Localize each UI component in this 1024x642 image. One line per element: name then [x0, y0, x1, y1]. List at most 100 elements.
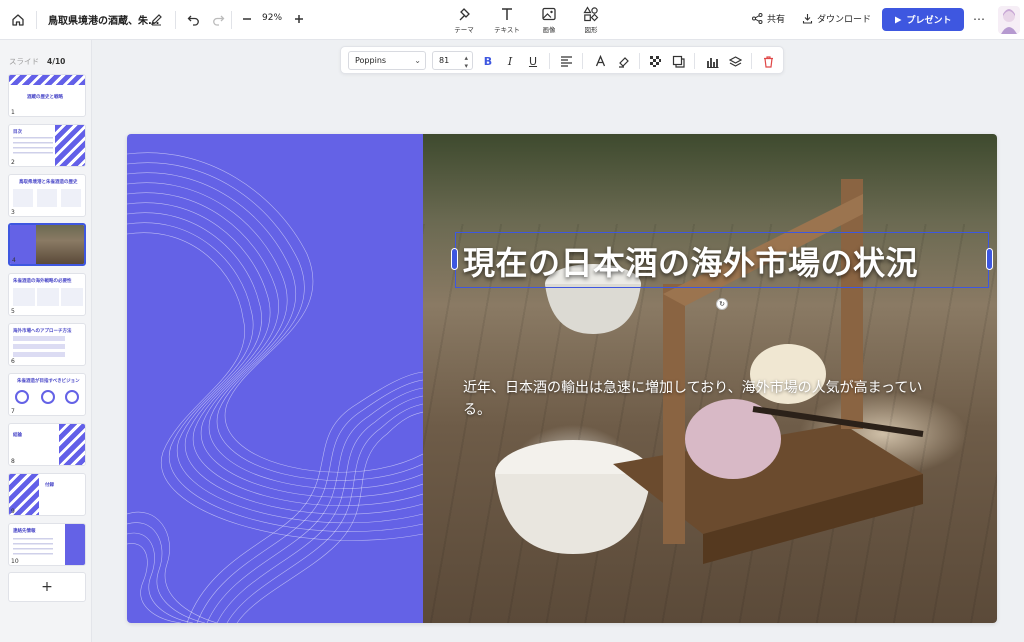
play-icon	[895, 16, 902, 23]
chevron-down-icon: ⌄	[414, 56, 421, 65]
redo-icon[interactable]	[209, 10, 227, 28]
share-button[interactable]: 共有	[752, 12, 785, 25]
slide-thumbnail-2[interactable]: 目次 2	[8, 124, 86, 167]
slide-number: 8	[11, 458, 15, 465]
slide-number: 1	[11, 109, 15, 116]
divider	[639, 53, 640, 69]
slide-body-text[interactable]: 近年、日本酒の輸出は急速に増加しており、海外市場の人気が高まっている。	[463, 377, 933, 421]
divider	[694, 53, 695, 69]
align-left-icon[interactable]	[557, 52, 575, 70]
thumbnail-title: 連絡先情報	[13, 529, 36, 534]
delete-icon[interactable]	[759, 52, 777, 70]
font-family-select[interactable]: Poppins ⌄	[348, 51, 426, 70]
thumbnail-title: 目次	[13, 130, 22, 135]
document-title[interactable]: 鳥取県境港の酒蔵、朱...	[48, 12, 159, 27]
shadow-icon[interactable]	[669, 52, 687, 70]
text-tool-button[interactable]: テキスト	[487, 6, 527, 36]
shapes-tool-label: 図形	[584, 26, 598, 34]
layers-icon[interactable]	[726, 52, 744, 70]
font-size-value: 81	[439, 56, 450, 65]
font-size-stepper[interactable]: 81 ▴ ▾	[432, 51, 473, 70]
theme-tool-label: テーマ	[454, 26, 474, 34]
avatar[interactable]	[998, 6, 1020, 34]
slide-thumbnail-5[interactable]: 朱雀酒造の海外戦略の必要性 5	[8, 273, 86, 316]
divider	[36, 11, 37, 29]
download-icon	[802, 14, 813, 24]
theme-icon	[459, 8, 470, 21]
divider	[751, 53, 752, 69]
slide-number: 7	[11, 408, 15, 415]
add-slide-button[interactable]: +	[8, 572, 86, 602]
present-label: プレゼント	[906, 16, 952, 26]
thumbnail-title: 朱雀酒造が目指すべきビジョン	[17, 379, 80, 384]
font-family-value: Poppins	[355, 56, 387, 65]
text-color-icon[interactable]	[591, 52, 609, 70]
slide-counter: スライド 4/10	[9, 56, 65, 67]
slide-number: 6	[11, 358, 15, 365]
thumbnail-title: 付録	[45, 483, 54, 488]
slide-thumbnail-3[interactable]: 鳥取県境港と朱雀酒造の歴史 3	[8, 174, 86, 217]
zoom-out-button[interactable]	[238, 10, 256, 28]
slide-thumbnail-8[interactable]: 結論 8	[8, 423, 86, 466]
thumbnail-title: 海外市場へのアプローチ方法	[13, 329, 72, 334]
divider	[231, 11, 232, 29]
slide-number: 3	[11, 209, 15, 216]
home-icon[interactable]	[8, 10, 28, 30]
divider	[175, 11, 176, 29]
slides-sidebar: スライド 4/10 酒蔵の歴史と戦略 1 目次 2 鳥取県境港と朱雀酒造の歴史 3…	[0, 40, 92, 642]
resize-handle-right[interactable]	[986, 248, 993, 270]
highlight-icon[interactable]	[614, 52, 632, 70]
slide-thumbnail-9[interactable]: 付録 9	[8, 473, 86, 516]
shapes-tool-button[interactable]: 図形	[571, 6, 611, 36]
divider	[549, 53, 550, 69]
image-icon	[542, 7, 556, 21]
theme-tool-button[interactable]: テーマ	[444, 6, 484, 36]
divider	[582, 53, 583, 69]
text-format-toolbar: Poppins ⌄ 81 ▴ ▾ B I U	[340, 46, 784, 74]
slide-counter-label: スライド	[9, 57, 39, 66]
top-bar: 鳥取県境港の酒蔵、朱... 92% テーマ テキスト 画像 図形 共有 ダウンロ…	[0, 0, 1024, 40]
download-label: ダウンロード	[817, 15, 872, 25]
thumbnail-title: 結論	[13, 433, 22, 438]
transparency-icon[interactable]	[646, 52, 664, 70]
resize-handle-left[interactable]	[451, 248, 458, 270]
undo-icon[interactable]	[184, 10, 202, 28]
text-tool-label: テキスト	[494, 26, 520, 34]
slide-title[interactable]: 現在の日本酒の海外市場の状況	[463, 238, 983, 284]
underline-icon[interactable]: U	[524, 52, 542, 70]
stepper-arrows-icon: ▴ ▾	[464, 54, 468, 70]
slide-number: 5	[11, 308, 15, 315]
thumbnail-title: 鳥取県境港と朱雀酒造の歴史	[19, 180, 78, 185]
image-tool-button[interactable]: 画像	[529, 6, 569, 36]
shapes-icon	[583, 6, 599, 22]
share-label: 共有	[767, 15, 786, 25]
slide-thumbnail-4[interactable]: 4	[8, 223, 86, 266]
slide-number: 4	[12, 257, 16, 264]
share-icon	[752, 13, 763, 24]
slide-counter-value: 4/10	[47, 57, 66, 66]
thumbnail-title: 酒蔵の歴史と戦略	[27, 95, 63, 100]
slide-thumbnail-7[interactable]: 朱雀酒造が目指すべきビジョン 7	[8, 373, 86, 416]
rename-pencil-icon[interactable]	[147, 10, 165, 28]
chart-icon[interactable]	[703, 52, 721, 70]
slide-canvas[interactable]: 現在の日本酒の海外市場の状況 ↻ 近年、日本酒の輸出は急速に増加しており、海外市…	[127, 134, 997, 623]
slide-thumbnail-1[interactable]: 酒蔵の歴史と戦略 1	[8, 74, 86, 117]
thumbnail-title: 朱雀酒造の海外戦略の必要性	[13, 279, 72, 284]
slide-thumbnail-6[interactable]: 海外市場へのアプローチ方法 6	[8, 323, 86, 366]
slide-thumbnail-10[interactable]: 連絡先情報 10	[8, 523, 86, 566]
text-icon	[502, 8, 512, 20]
bold-icon[interactable]: B	[479, 52, 497, 70]
purple-wave-panel	[127, 134, 424, 623]
slide-number: 10	[11, 558, 19, 565]
slide-number: 9	[11, 508, 15, 515]
slide-number: 2	[11, 159, 15, 166]
image-tool-label: 画像	[542, 26, 556, 34]
more-options-icon[interactable]: ⋯	[970, 10, 988, 28]
wave-pattern	[127, 152, 424, 623]
italic-icon[interactable]: I	[501, 52, 519, 70]
rotate-handle-icon[interactable]: ↻	[716, 298, 728, 310]
zoom-level[interactable]: 92%	[262, 13, 282, 23]
present-button[interactable]: プレゼント	[882, 8, 964, 31]
zoom-in-button[interactable]	[290, 10, 308, 28]
download-button[interactable]: ダウンロード	[802, 12, 871, 25]
